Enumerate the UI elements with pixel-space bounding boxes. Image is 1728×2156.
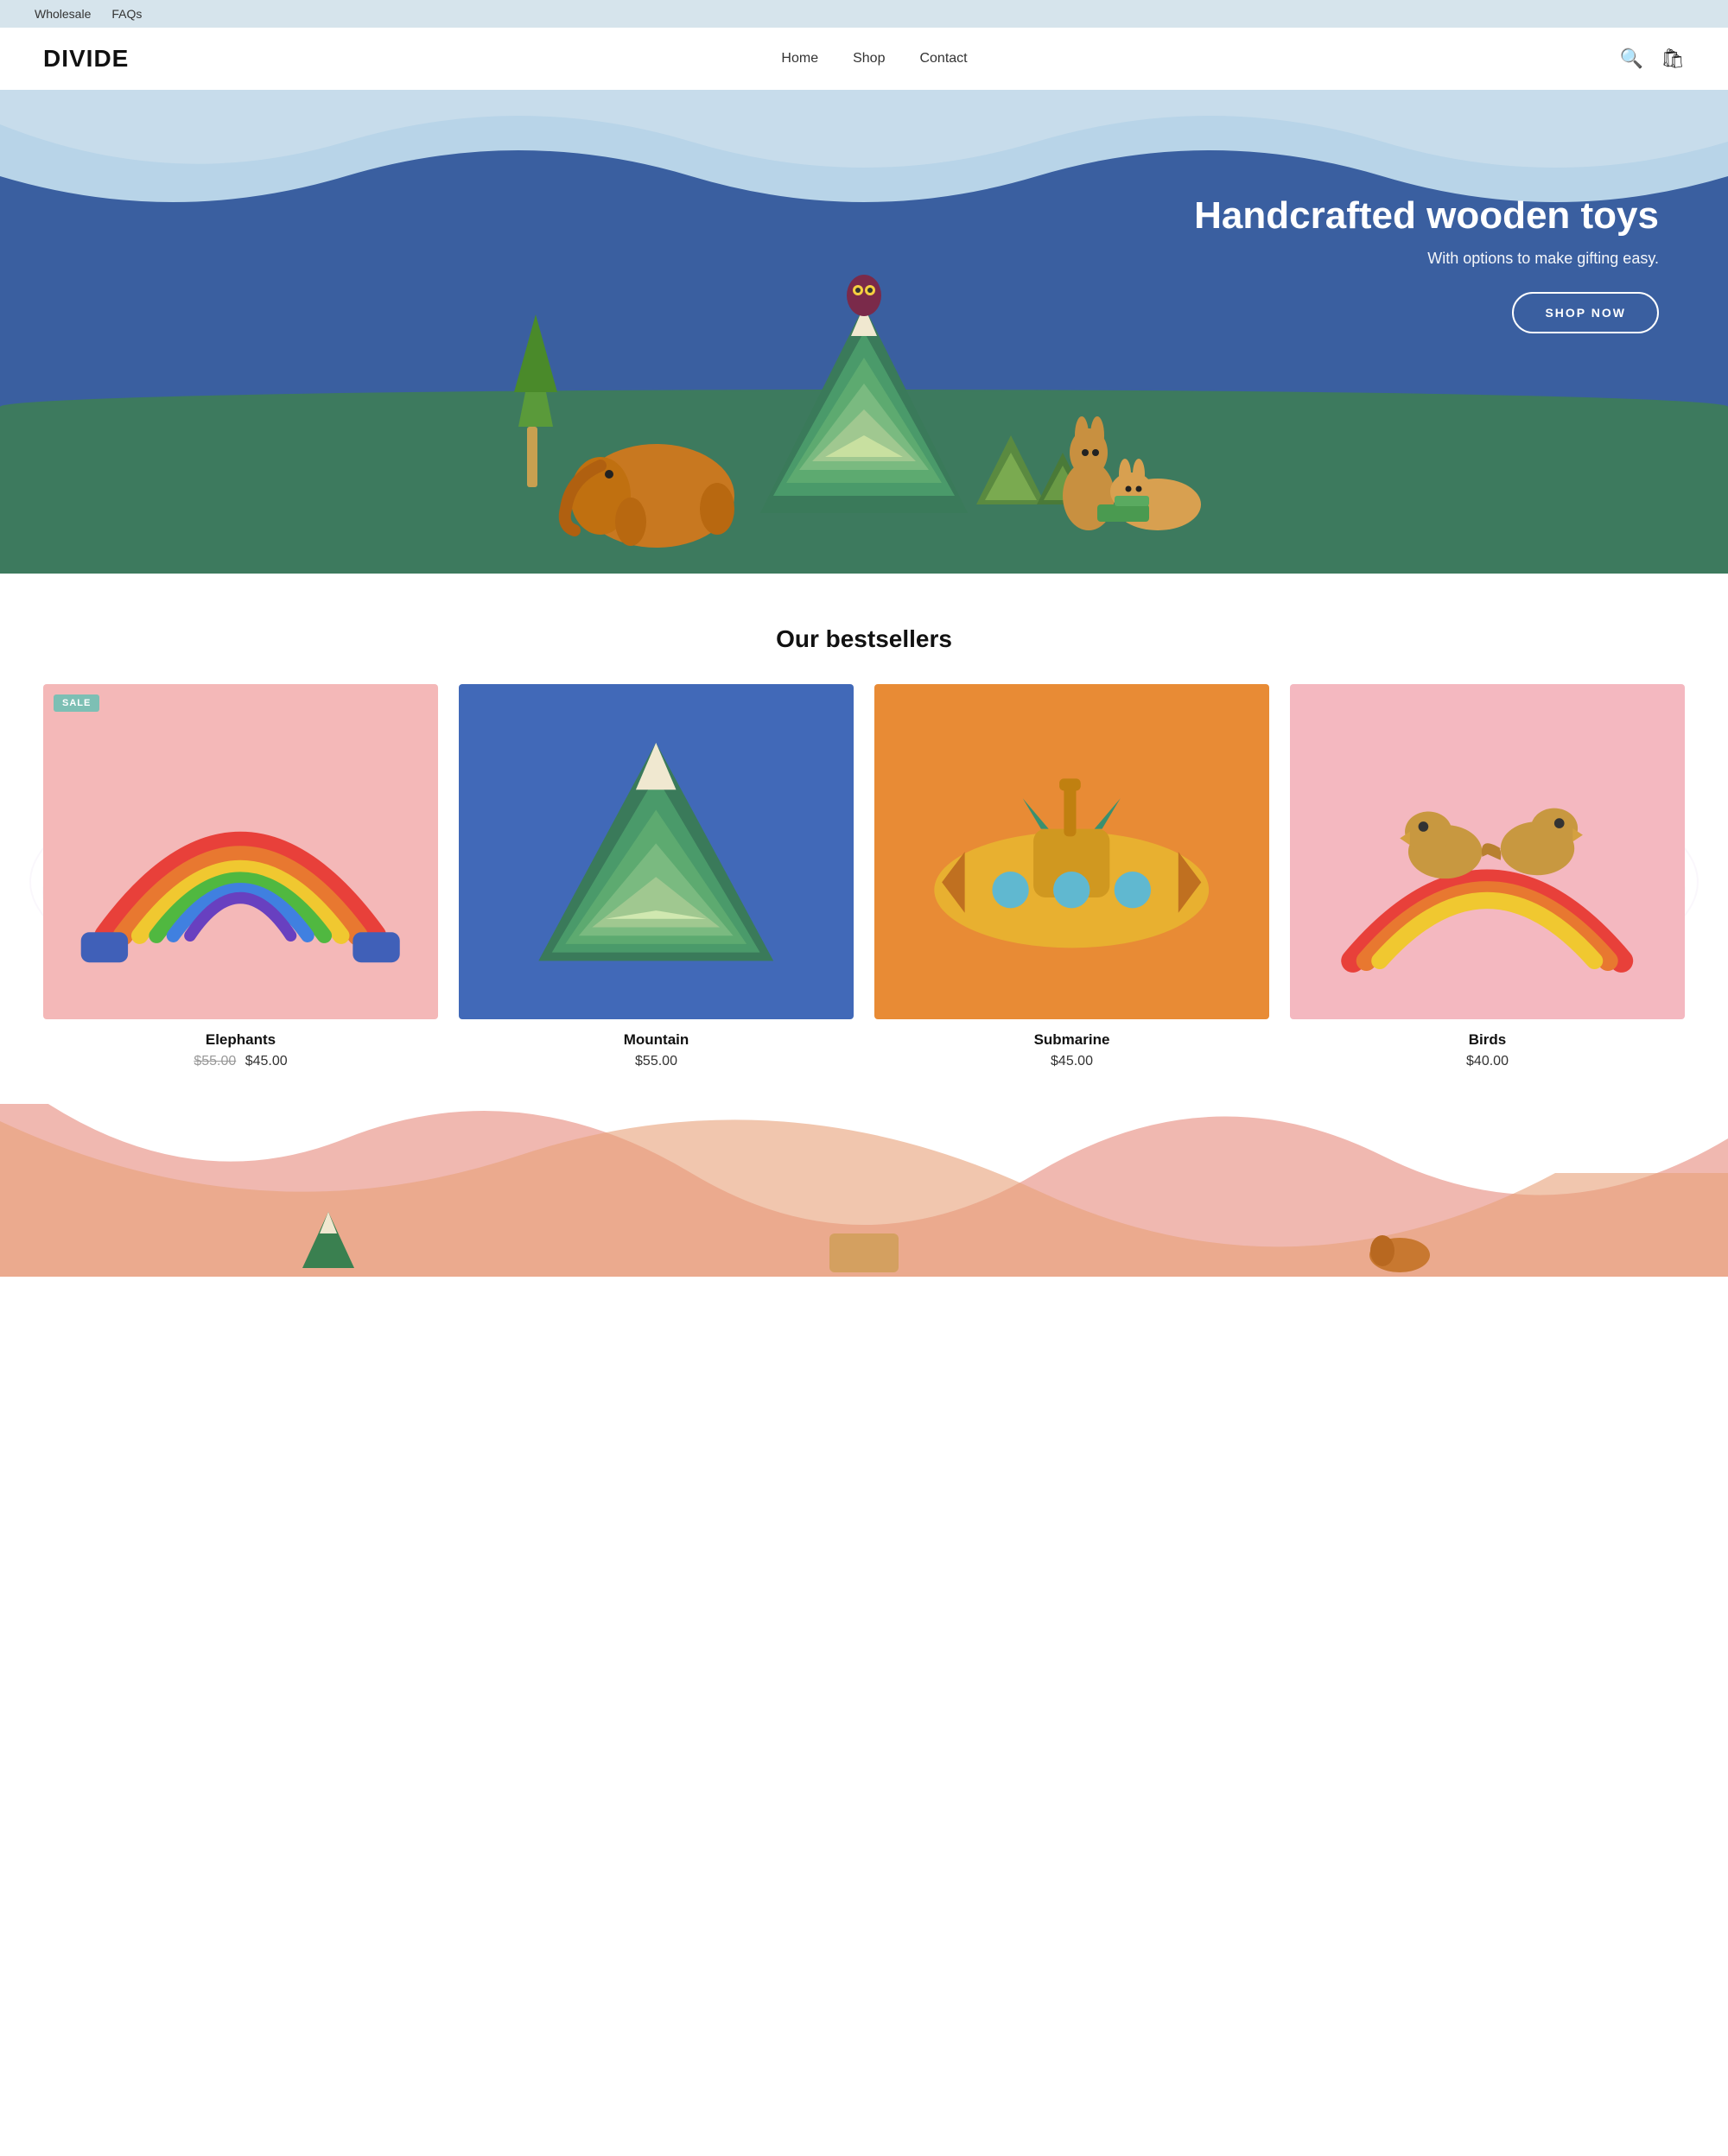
nav-shop[interactable]: Shop (853, 51, 885, 67)
hero-heading: Handcrafted wooden toys (1194, 193, 1659, 239)
bottom-toy-3 (1365, 1208, 1434, 1277)
bottom-toy-1 (294, 1208, 363, 1277)
product-price-birds: $40.00 (1290, 1054, 1685, 1069)
product-card-mountain[interactable]: Mountain $55.00 (459, 684, 854, 1069)
product-name-submarine: Submarine (874, 1031, 1269, 1049)
product-price-mountain: $55.00 (459, 1054, 854, 1069)
price-mountain: $55.00 (635, 1054, 677, 1068)
nav-contact[interactable]: Contact (919, 51, 967, 67)
bestsellers-title: Our bestsellers (43, 625, 1685, 653)
product-image-mountain (459, 684, 854, 1019)
price-submarine: $45.00 (1051, 1054, 1093, 1068)
bottom-preview (0, 1208, 1728, 1277)
product-image-birds (1290, 684, 1685, 1019)
nav-home[interactable]: Home (781, 51, 818, 67)
product-bg-submarine (874, 684, 1269, 1019)
original-price-elephants: $55.00 (194, 1054, 236, 1068)
sale-badge: SALE (54, 694, 99, 712)
site-header: DIVIDE Home Shop Contact 🔍 🛍 (0, 28, 1728, 90)
product-image-submarine (874, 684, 1269, 1019)
faqs-link[interactable]: FAQs (111, 7, 142, 21)
bottom-wave-section (0, 1104, 1728, 1277)
product-card-submarine[interactable]: Submarine $45.00 (874, 684, 1269, 1069)
product-price-submarine: $45.00 (874, 1054, 1269, 1069)
product-price-elephants: $55.00 $45.00 (43, 1054, 438, 1069)
product-bg-birds (1290, 684, 1685, 1019)
product-card-elephants[interactable]: SALE Elephants $55.00 $45.00 (43, 684, 438, 1069)
wholesale-link[interactable]: Wholesale (35, 7, 91, 21)
products-grid: SALE Elephants $55.00 $45.00 (43, 684, 1685, 1069)
product-name-mountain: Mountain (459, 1031, 854, 1049)
toy-scene-svg (475, 185, 1253, 548)
cart-icon[interactable]: 🛍 (1661, 48, 1685, 70)
top-bar: Wholesale FAQs (0, 0, 1728, 28)
main-nav: Home Shop Contact (781, 51, 967, 67)
product-name-birds: Birds (1290, 1031, 1685, 1049)
header-icons: 🔍 🛍 (1620, 48, 1685, 70)
mountain-toy-svg (488, 709, 823, 994)
sale-price-elephants: $45.00 (245, 1054, 288, 1068)
hero-content: Handcrafted wooden toys With options to … (1194, 193, 1659, 333)
product-image-elephants: SALE (43, 684, 438, 1019)
submarine-toy-svg (904, 709, 1239, 994)
bottom-toy-2 (812, 1225, 916, 1277)
search-icon[interactable]: 🔍 (1620, 48, 1643, 70)
elephant-toy-svg (73, 709, 408, 994)
product-bg-mountain (459, 684, 854, 1019)
shop-now-button[interactable]: SHOP NOW (1512, 292, 1659, 333)
product-card-birds[interactable]: Birds $40.00 (1290, 684, 1685, 1069)
bestsellers-section: Our bestsellers (0, 574, 1728, 1104)
price-birds: $40.00 (1466, 1054, 1509, 1068)
product-name-elephants: Elephants (43, 1031, 438, 1049)
product-bg-elephants (43, 684, 438, 1019)
hero-subheading: With options to make gifting easy. (1194, 250, 1659, 268)
birds-toy-svg (1319, 709, 1655, 994)
site-logo[interactable]: DIVIDE (43, 45, 129, 73)
hero-section: Handcrafted wooden toys With options to … (0, 90, 1728, 574)
